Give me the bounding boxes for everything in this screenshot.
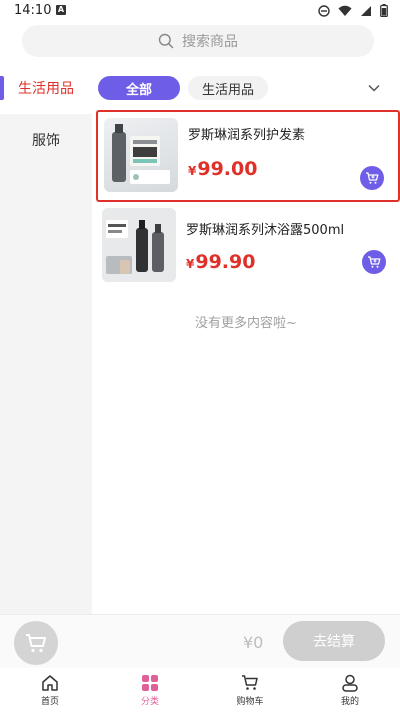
category-sidebar: 生活用品 服饰: [0, 62, 92, 614]
product-image: [102, 208, 176, 282]
currency-symbol: ¥: [188, 164, 197, 178]
price-value: 99.90: [195, 251, 256, 273]
nav-cart[interactable]: 购物车: [200, 668, 300, 712]
wifi-icon: [338, 5, 352, 16]
sidebar-item-label: 生活用品: [18, 81, 74, 97]
chevron-down-icon[interactable]: [366, 80, 382, 96]
checkout-bar: ¥0 去结算: [0, 614, 400, 668]
search-bar[interactable]: 搜索商品: [22, 25, 374, 57]
product-card[interactable]: 罗斯琳润系列护发素 ¥ 99.00: [96, 110, 400, 202]
status-time: 14:10: [14, 3, 52, 18]
product-image: [104, 118, 178, 192]
product-name: 罗斯琳润系列沐浴露500ml: [186, 223, 345, 238]
sidebar-item-clothing[interactable]: 服饰: [0, 114, 92, 166]
cart-icon: [368, 256, 381, 268]
subcategory-tabs: 全部 生活用品: [98, 76, 269, 100]
currency-symbol: ¥: [186, 257, 195, 271]
list-end-text: 没有更多内容啦~: [195, 316, 297, 331]
notification-icon: A: [56, 5, 66, 15]
sidebar-item-label: 服饰: [32, 133, 60, 149]
price-value: 99.00: [197, 158, 258, 180]
status-bar: 14:10 A: [0, 0, 400, 24]
checkout-button[interactable]: 去结算: [283, 621, 385, 661]
bottom-nav: 首页 分类 购物车 我的: [0, 668, 400, 712]
cart-icon: [26, 634, 46, 653]
product-name: 罗斯琳润系列护发素: [188, 128, 306, 143]
add-to-cart-button[interactable]: [360, 166, 384, 190]
nav-category[interactable]: 分类: [100, 668, 200, 712]
profile-icon: [342, 674, 358, 692]
cart-total: ¥0: [243, 633, 264, 652]
battery-icon: [380, 4, 388, 17]
signal-icon: [361, 5, 371, 16]
home-icon: [42, 675, 58, 691]
dnd-icon: [318, 4, 330, 17]
nav-label: 我的: [340, 697, 359, 707]
category-icon: [142, 675, 158, 691]
tab-daily-goods[interactable]: 生活用品: [188, 76, 269, 100]
status-icons: [318, 4, 388, 17]
product-card[interactable]: 罗斯琳润系列沐浴露500ml ¥ 99.90: [96, 202, 400, 294]
cart-icon: [366, 172, 379, 184]
tab-all[interactable]: 全部: [98, 76, 181, 100]
cart-summary-button[interactable]: [14, 621, 58, 665]
nav-profile[interactable]: 我的: [300, 668, 400, 712]
product-price: ¥ 99.00: [188, 158, 257, 180]
search-placeholder: 搜索商品: [182, 34, 238, 50]
search-icon: [158, 33, 174, 49]
cart-icon: [242, 675, 258, 690]
add-to-cart-button[interactable]: [362, 250, 386, 274]
sidebar-item-daily-goods[interactable]: 生活用品: [0, 62, 92, 114]
product-price: ¥ 99.90: [186, 251, 255, 273]
active-indicator: [0, 76, 4, 100]
nav-home[interactable]: 首页: [0, 668, 100, 712]
nav-label: 首页: [40, 697, 59, 707]
nav-label: 分类: [140, 697, 159, 707]
nav-label: 购物车: [236, 697, 264, 707]
